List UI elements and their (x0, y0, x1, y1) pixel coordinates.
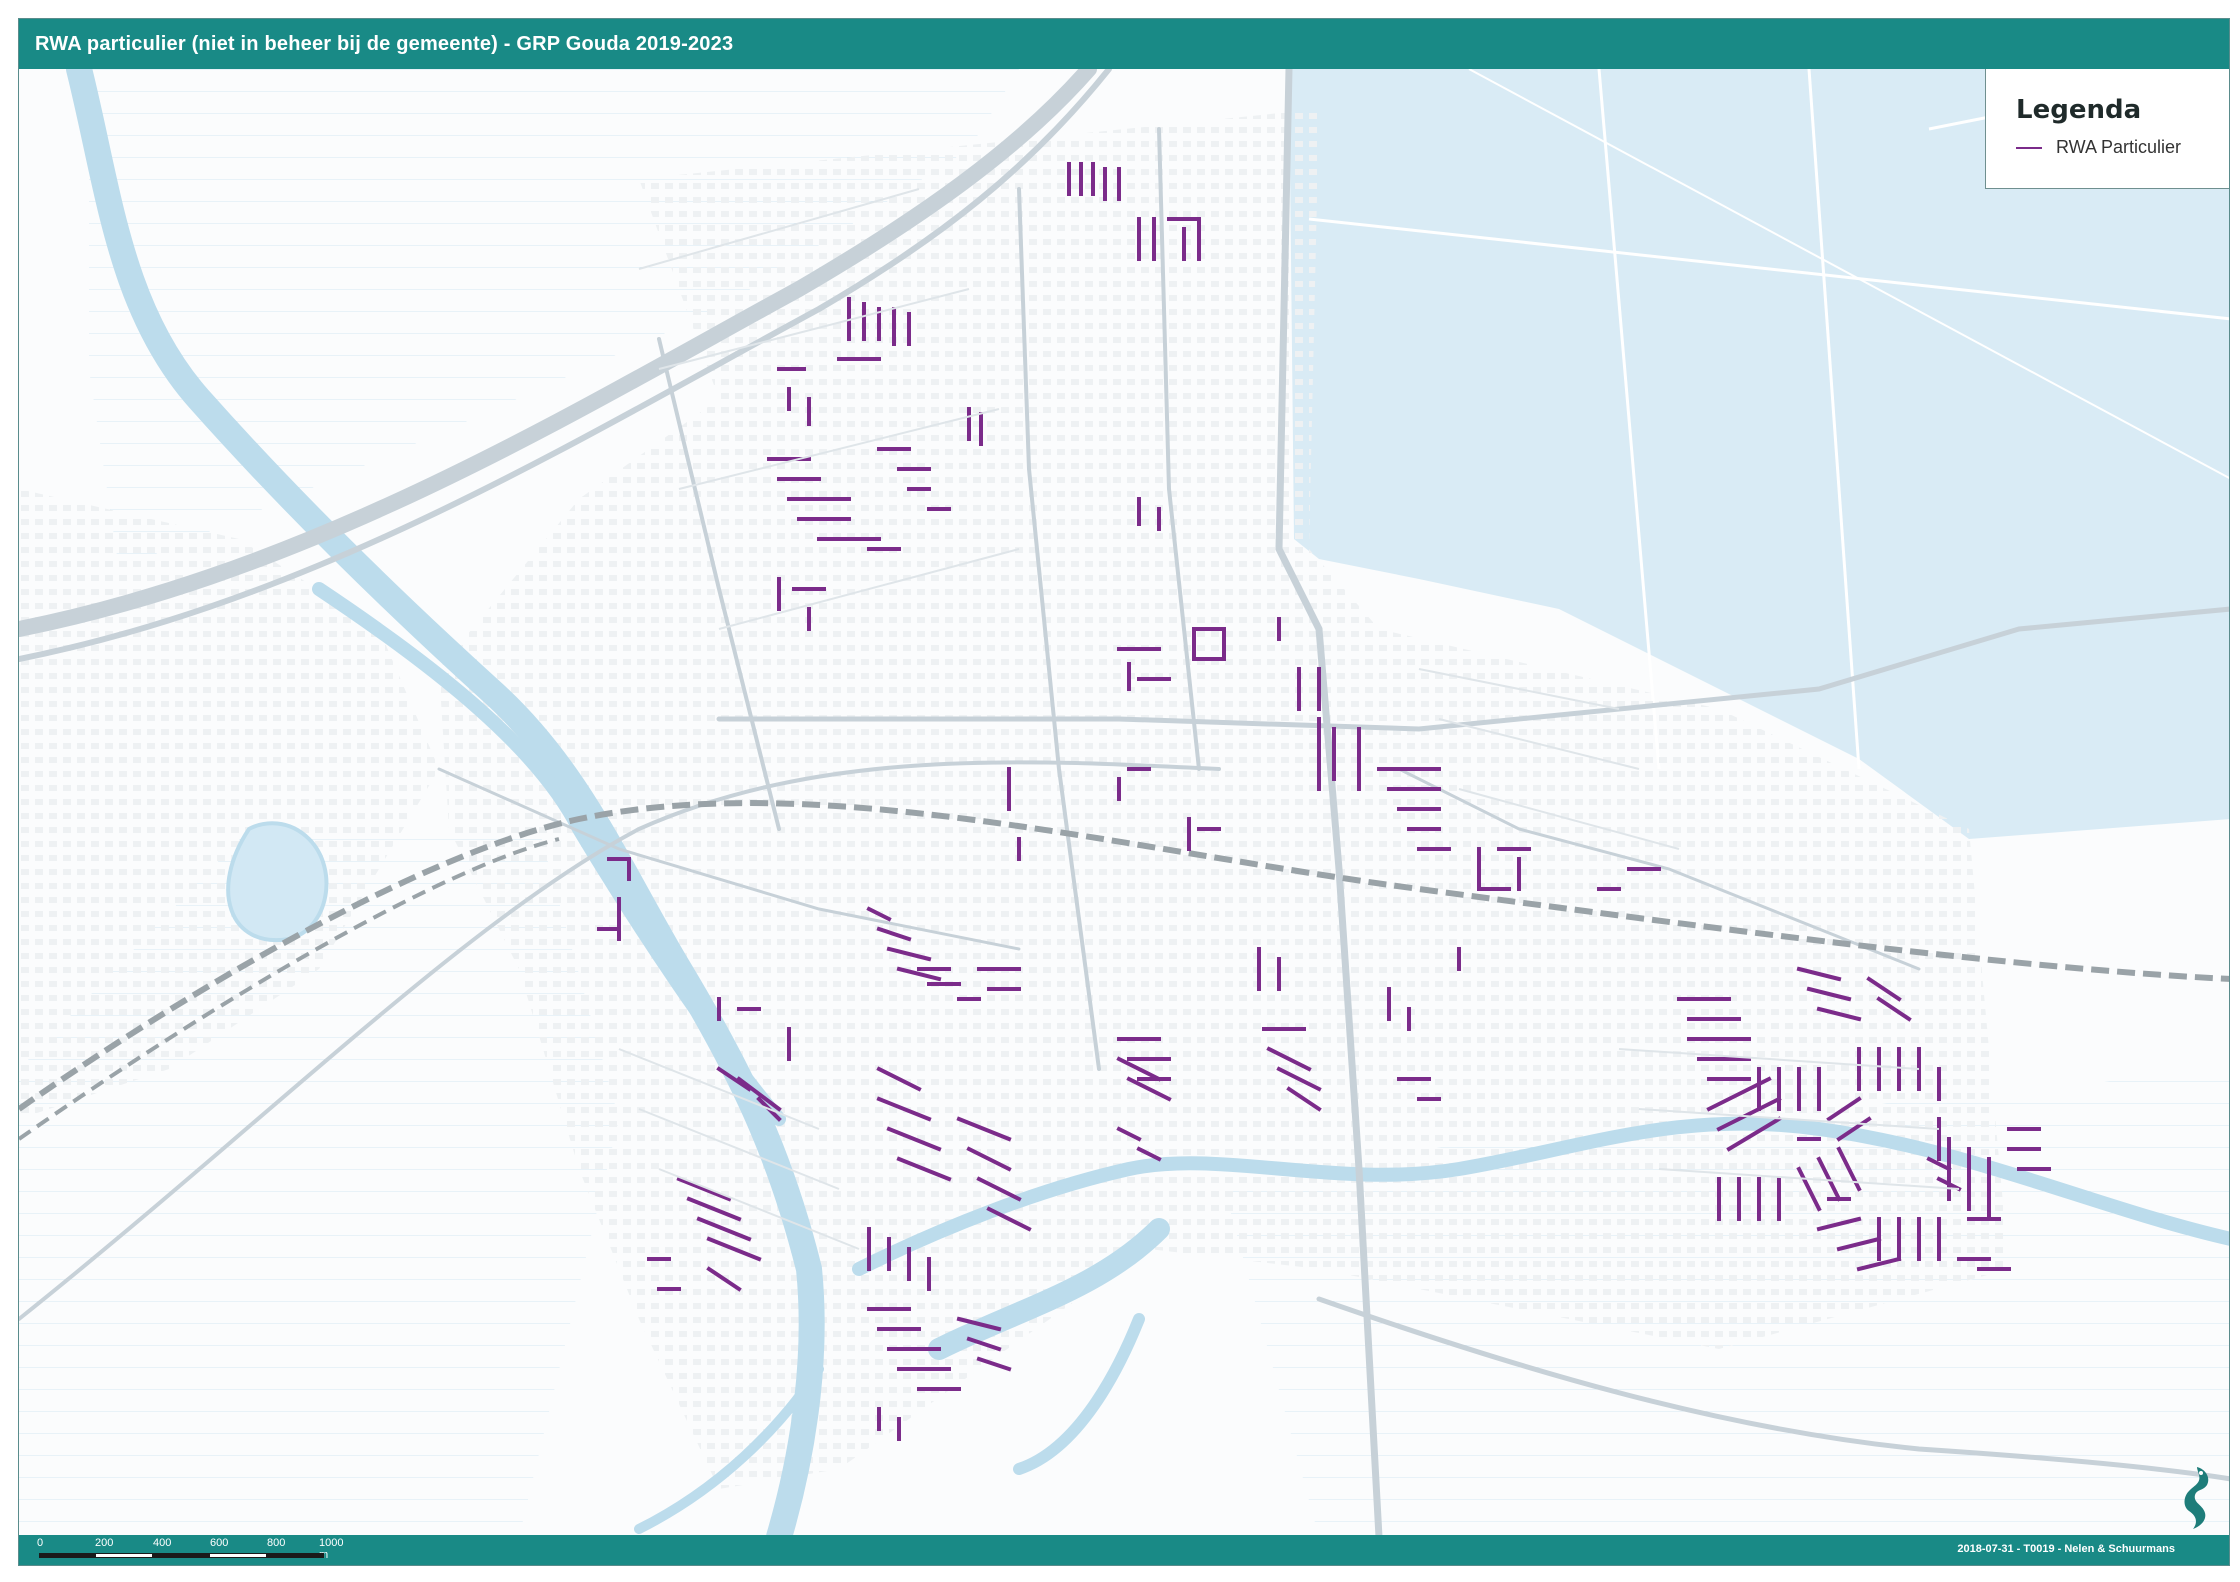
scale-label: 400 (153, 1537, 172, 1549)
legend-item-rwa: RWA Particulier (2016, 137, 2229, 158)
scale-label: 1000 m (319, 1537, 344, 1561)
scale-labels: 0 200 400 600 800 1000 m (33, 1537, 353, 1561)
scale-label: 200 (95, 1537, 114, 1549)
scale-line (39, 1553, 324, 1558)
footer-credit: 2018-07-31 - T0019 - Nelen & Schuurmans (1957, 1543, 2175, 1555)
scale-label: 800 (267, 1537, 286, 1549)
footer-bar: 0 200 400 600 800 1000 m 2018-07-31 - T0… (19, 1535, 2229, 1565)
map-title: RWA particulier (niet in beheer bij de g… (35, 32, 734, 55)
map-canvas[interactable] (19, 69, 2229, 1537)
scale-segment (96, 1554, 152, 1557)
scale-bar: 0 200 400 600 800 1000 m (33, 1537, 353, 1563)
scale-segment (210, 1554, 266, 1557)
map-legend: Legenda RWA Particulier (1985, 69, 2229, 189)
legend-item-label: RWA Particulier (2056, 137, 2182, 157)
logo-icon (2184, 1467, 2209, 1529)
scale-label: 600 (210, 1537, 229, 1549)
map-title-bar: RWA particulier (niet in beheer bij de g… (19, 19, 2229, 69)
map-svg[interactable] (19, 69, 2229, 1537)
map-frame: RWA particulier (niet in beheer bij de g… (18, 18, 2230, 1566)
scale-label: 0 (37, 1537, 44, 1549)
legend-title: Legenda (2016, 95, 2142, 125)
legend-line-swatch (2016, 146, 2042, 149)
